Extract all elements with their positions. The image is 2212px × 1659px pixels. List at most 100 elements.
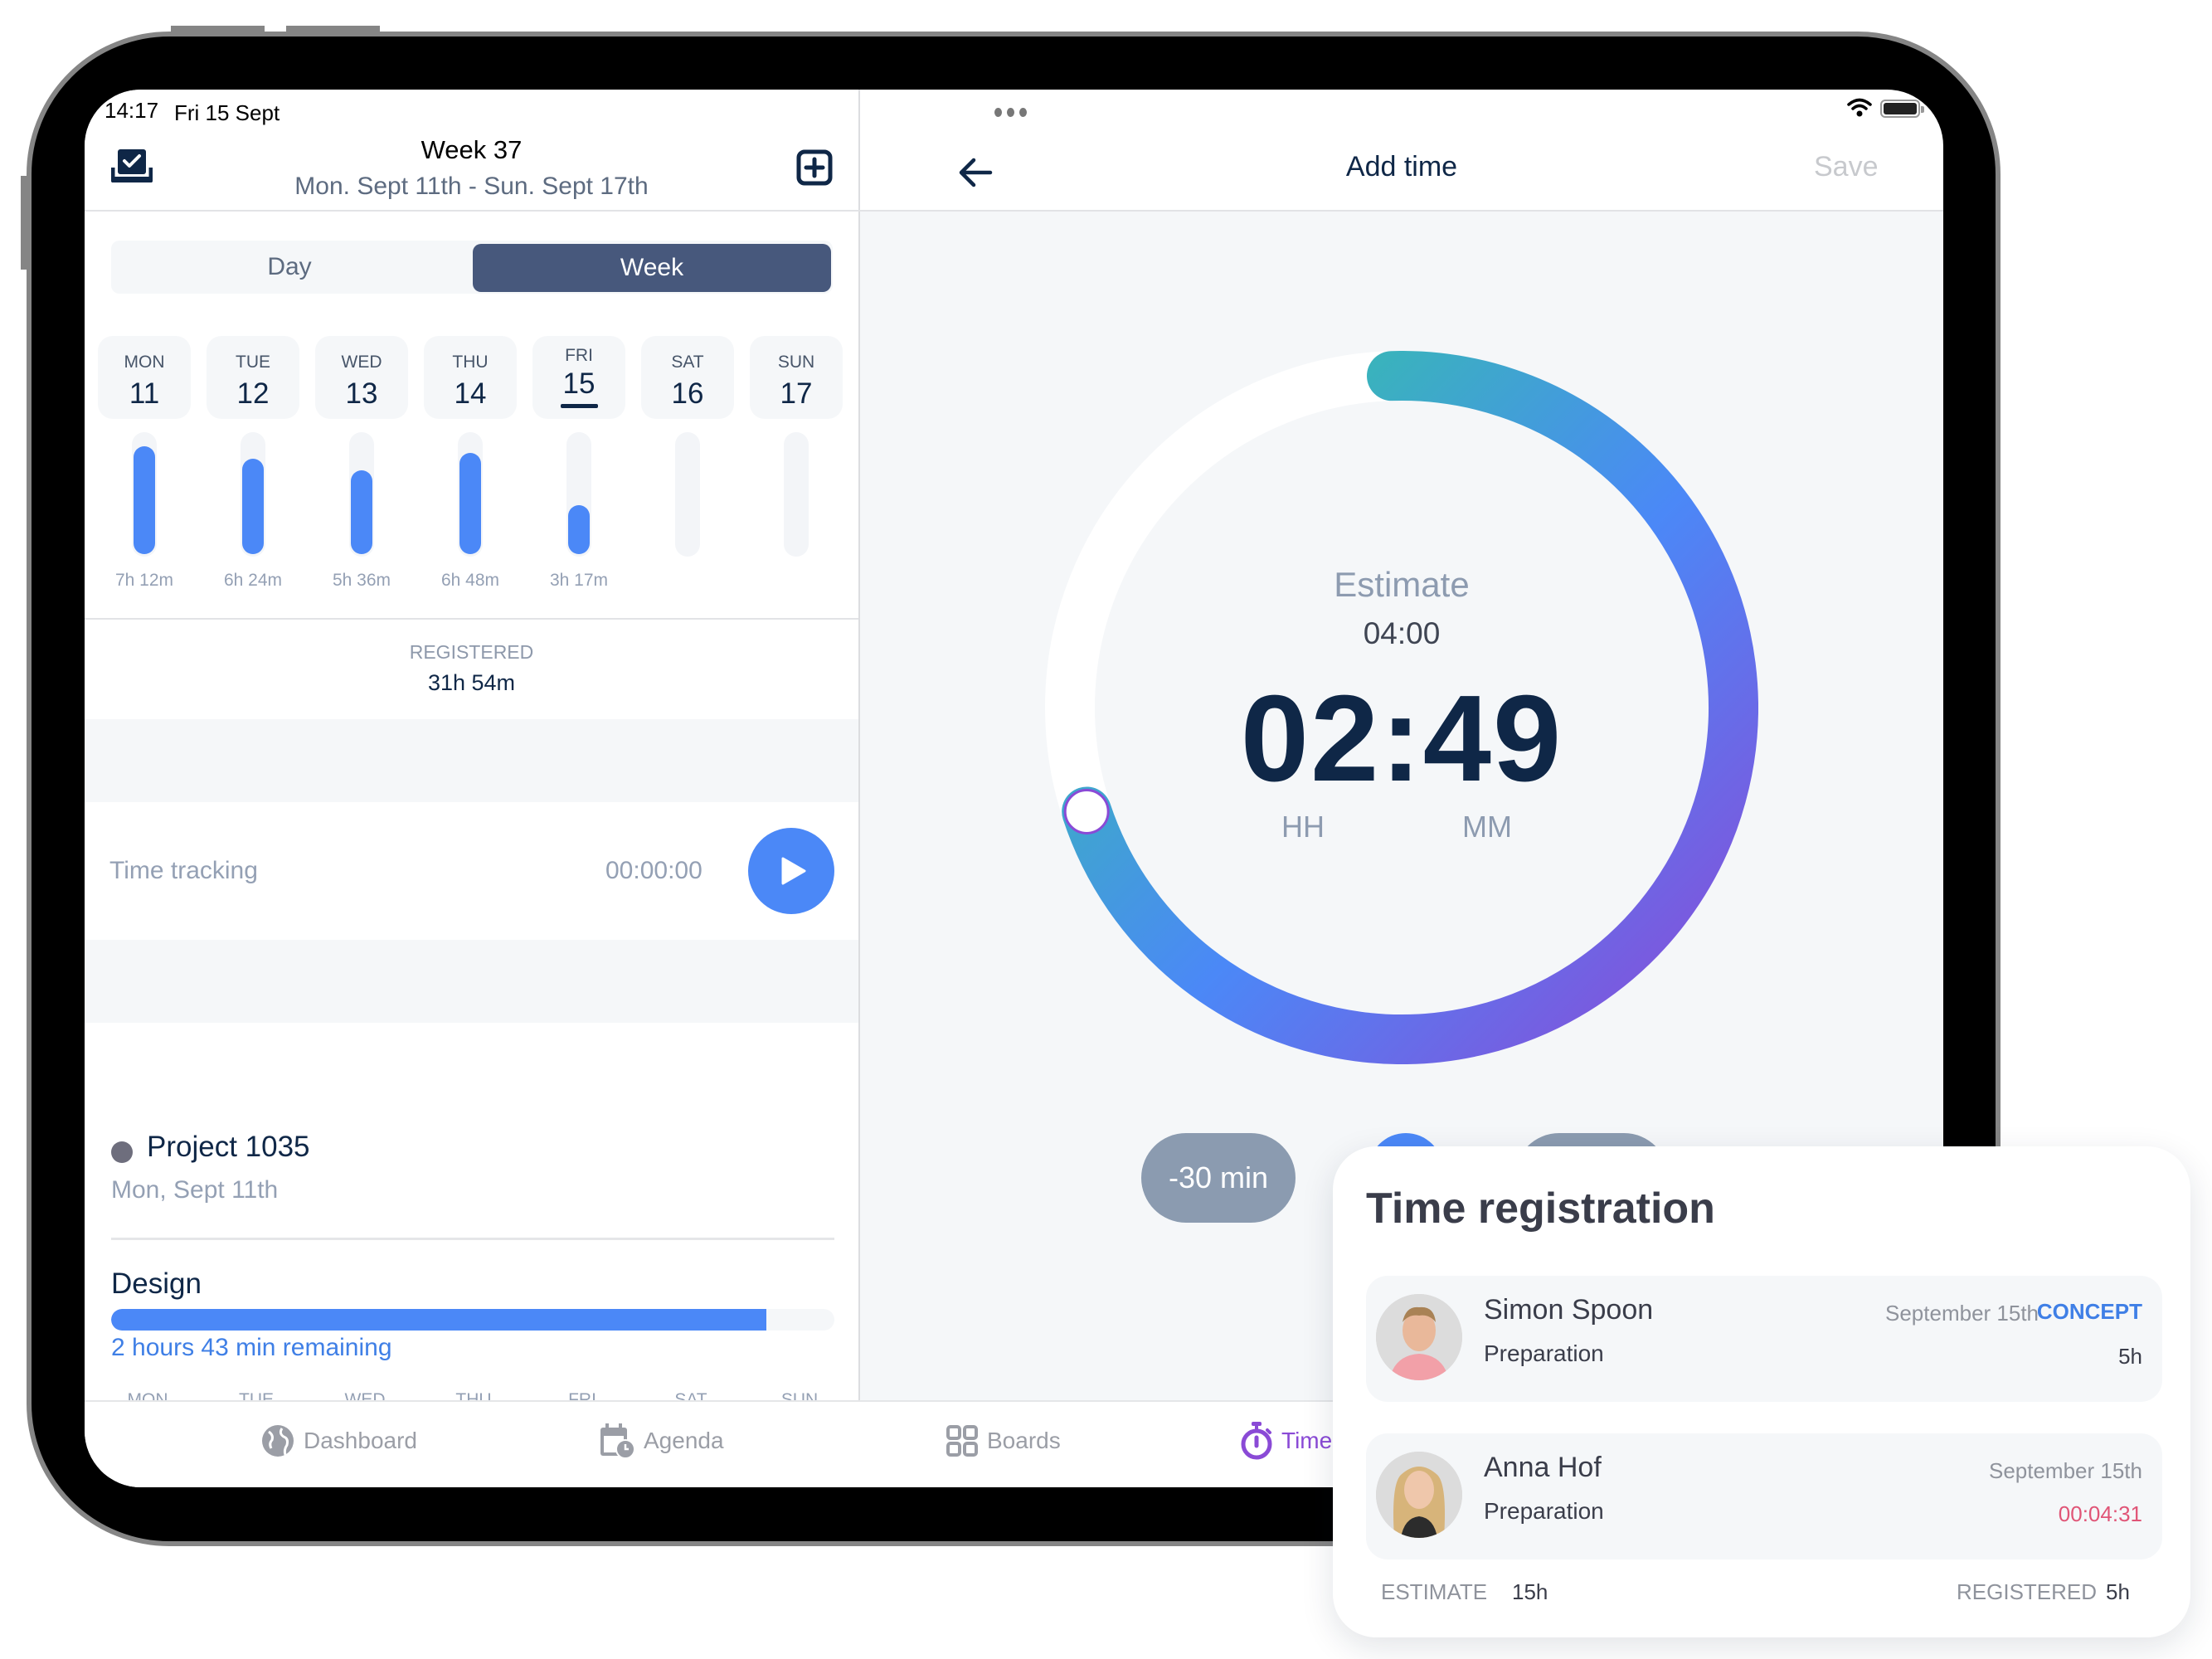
time-registration-card: Time registration Simon Spoon Preparatio… bbox=[1333, 1146, 2190, 1637]
start-timer-button[interactable] bbox=[748, 828, 834, 914]
day-hours-fill bbox=[568, 505, 590, 554]
grid-icon bbox=[946, 1425, 978, 1457]
tab-agenda[interactable]: Agenda bbox=[599, 1420, 724, 1462]
day-name: SUN bbox=[777, 353, 815, 372]
day-number: 13 bbox=[345, 377, 378, 410]
day-hours-fill bbox=[351, 470, 372, 554]
add-time-title: Add time bbox=[1345, 151, 1458, 182]
section-divider bbox=[85, 618, 858, 620]
day-hours-bar bbox=[675, 432, 700, 557]
calendar-clock-icon bbox=[600, 1423, 635, 1459]
day-number: 16 bbox=[671, 377, 704, 410]
registration-entry[interactable]: Anna Hof Preparation September 15th 00:0… bbox=[1366, 1433, 2162, 1559]
day-fri[interactable]: FRI 15 bbox=[532, 336, 625, 419]
time-tracking-value: 00:00:00 bbox=[605, 857, 702, 884]
day-hours-label: 6h 24m bbox=[223, 571, 283, 590]
tab-label: Time bbox=[1281, 1428, 1333, 1453]
task-progress-fill bbox=[111, 1309, 767, 1331]
estimate-label: Estimate bbox=[1334, 565, 1470, 604]
day-hours-fill bbox=[459, 453, 481, 554]
entry-date: September 15th bbox=[1988, 1458, 2142, 1483]
day-hours-bar bbox=[784, 432, 809, 557]
entry-task: Preparation bbox=[1484, 1340, 1604, 1366]
toggle-week[interactable]: Week bbox=[473, 244, 831, 292]
avatar bbox=[1376, 1294, 1462, 1380]
globe-icon bbox=[262, 1425, 294, 1457]
project-name[interactable]: Project 1035 bbox=[147, 1131, 310, 1164]
day-number: 11 bbox=[129, 377, 160, 410]
toggle-day[interactable]: Day bbox=[111, 241, 468, 294]
multitasking-dots-icon[interactable] bbox=[994, 108, 1027, 117]
entry-date: September 15th bbox=[1885, 1301, 2039, 1326]
card-title: Time registration bbox=[1366, 1185, 1715, 1233]
day-sun[interactable]: SUN 17 bbox=[750, 336, 843, 419]
play-icon bbox=[781, 857, 806, 885]
registered-label: REGISTERED bbox=[1957, 1579, 2098, 1604]
day-sat[interactable]: SAT 16 bbox=[641, 336, 734, 419]
tab-label: Dashboard bbox=[304, 1428, 417, 1453]
task-remaining: 2 hours 43 min remaining bbox=[111, 1334, 392, 1361]
day-mon[interactable]: MON 11 bbox=[98, 336, 191, 419]
view-toggle: Day Week bbox=[111, 241, 833, 294]
day-name: WED bbox=[341, 353, 382, 372]
day-hours-fill bbox=[242, 459, 264, 554]
entry-running-timer: 00:04:31 bbox=[2058, 1501, 2142, 1526]
tab-dashboard[interactable]: Dashboard bbox=[260, 1420, 417, 1462]
entry-status-badge: CONCEPT bbox=[2036, 1299, 2142, 1324]
today-indicator bbox=[560, 404, 598, 408]
entry-name: Anna Hof bbox=[1484, 1452, 1602, 1483]
battery-icon bbox=[1880, 100, 1924, 118]
day-name: THU bbox=[452, 353, 489, 372]
minutes-label: MM bbox=[1462, 810, 1512, 844]
avatar bbox=[1376, 1452, 1462, 1538]
week-range: Mon. Sept 11th - Sun. Sept 17th bbox=[294, 173, 649, 200]
project-color-dot bbox=[111, 1141, 133, 1163]
day-number: 15 bbox=[562, 367, 596, 400]
entry-amount: 5h bbox=[2118, 1344, 2142, 1369]
day-wed[interactable]: WED 13 bbox=[315, 336, 408, 419]
day-name: TUE bbox=[236, 353, 270, 372]
day-tue[interactable]: TUE 12 bbox=[207, 336, 299, 419]
task-name: Design bbox=[111, 1267, 202, 1300]
day-hours-bar bbox=[241, 432, 265, 557]
add-entry-icon[interactable] bbox=[796, 149, 833, 186]
day-hours-bar bbox=[566, 432, 591, 557]
day-hours-label: 7h 12m bbox=[114, 571, 174, 590]
status-date: Fri 15 Sept bbox=[174, 100, 280, 125]
day-number: 14 bbox=[454, 377, 487, 410]
day-hours-bar bbox=[458, 432, 483, 557]
registered-value: 5h bbox=[2106, 1579, 2130, 1604]
selected-time[interactable]: 02:49 bbox=[1028, 669, 1775, 810]
status-time: 14:17 bbox=[105, 98, 159, 123]
day-hours-bar bbox=[349, 432, 374, 557]
day-name: MON bbox=[124, 353, 165, 372]
day-number: 17 bbox=[780, 377, 813, 410]
entry-task: Preparation bbox=[1484, 1498, 1604, 1524]
week-title: Week 37 bbox=[421, 135, 523, 164]
tab-label: Agenda bbox=[644, 1428, 724, 1453]
registered-value: 31h 54m bbox=[427, 670, 516, 695]
wifi-icon bbox=[1847, 98, 1872, 117]
estimate-value: 04:00 bbox=[1363, 616, 1441, 650]
day-number: 12 bbox=[236, 377, 270, 410]
spacer-band bbox=[85, 719, 858, 802]
day-name: FRI bbox=[565, 346, 593, 365]
hours-label: HH bbox=[1281, 810, 1325, 844]
registration-entry[interactable]: Simon Spoon Preparation September 15th C… bbox=[1366, 1276, 2162, 1402]
registered-label: REGISTERED bbox=[409, 641, 534, 663]
tab-boards[interactable]: Boards bbox=[946, 1420, 1061, 1462]
estimate-label: ESTIMATE bbox=[1381, 1579, 1488, 1604]
minus-30-min-button[interactable]: -30 min bbox=[1141, 1133, 1296, 1223]
tab-time[interactable]: Time bbox=[1240, 1420, 1332, 1462]
day-thu[interactable]: THU 14 bbox=[424, 336, 517, 419]
day-name: SAT bbox=[671, 353, 704, 372]
estimate-value: 15h bbox=[1512, 1579, 1548, 1604]
time-tracking-label: Time tracking bbox=[109, 857, 258, 884]
day-hours-fill bbox=[134, 446, 155, 554]
save-button[interactable]: Save bbox=[1814, 151, 1879, 183]
spacer-band bbox=[85, 940, 858, 1023]
project-divider bbox=[111, 1238, 834, 1240]
tab-label: Boards bbox=[987, 1428, 1061, 1453]
task-progress-bar bbox=[111, 1309, 834, 1331]
day-hours-label: 6h 48m bbox=[440, 571, 500, 590]
